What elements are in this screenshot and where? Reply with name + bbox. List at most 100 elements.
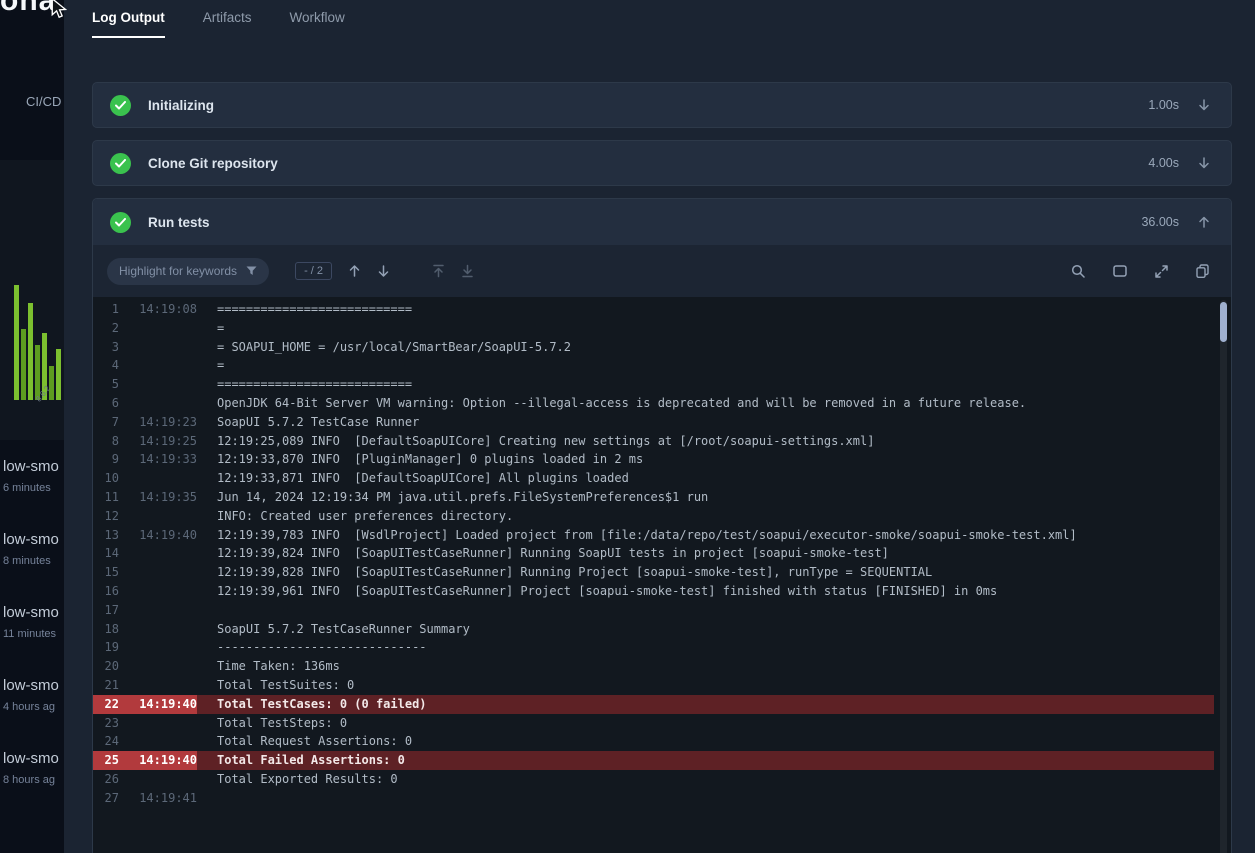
builds-mini-chart xyxy=(14,285,64,400)
log-line: 1512:19:39,828 INFO [SoapUITestCaseRunne… xyxy=(93,563,1214,582)
log-text xyxy=(197,601,1214,620)
log-line-number: 9 xyxy=(93,450,119,469)
log-text: = xyxy=(197,356,1214,375)
run-time: 8 hours ag xyxy=(3,774,64,786)
run-time: 4 hours ag xyxy=(3,701,64,713)
run-list-item[interactable]: low-smo8 hours ag xyxy=(3,750,64,786)
chevron-up-icon[interactable] xyxy=(1197,215,1211,229)
log-line: 17 xyxy=(93,601,1214,620)
pipeline-steps: Initializing 1.00s Clone Git repository … xyxy=(92,82,1232,853)
chevron-down-icon[interactable] xyxy=(1197,98,1211,112)
log-line-number: 17 xyxy=(93,601,119,620)
run-time: 8 minutes xyxy=(3,555,64,567)
run-list-item[interactable]: low-smo 11 minutes xyxy=(3,604,64,640)
run-list-item[interactable]: low-smo6 minutes xyxy=(3,458,64,494)
log-text: 12:19:39,961 INFO [SoapUITestCaseRunner]… xyxy=(197,582,1214,601)
fullscreen-button[interactable] xyxy=(1155,265,1168,278)
log-timestamp xyxy=(119,582,197,601)
chevron-down-icon[interactable] xyxy=(1197,156,1211,170)
copy-logs-button[interactable] xyxy=(1196,264,1209,278)
step-duration: 4.00s xyxy=(1148,156,1179,170)
log-timestamp xyxy=(119,770,197,789)
tab-workflow[interactable]: Workflow xyxy=(290,10,345,38)
log-timestamp xyxy=(119,507,197,526)
log-line-number: 10 xyxy=(93,469,119,488)
wrap-lines-button[interactable] xyxy=(1113,265,1127,277)
log-lines: 114:19:08===========================2=3=… xyxy=(93,300,1231,808)
step-name: Run tests xyxy=(148,215,210,230)
next-match-button[interactable] xyxy=(377,264,390,278)
log-text: =========================== xyxy=(197,375,1214,394)
log-line: 19----------------------------- xyxy=(93,638,1214,657)
log-line: 24Total Request Assertions: 0 xyxy=(93,732,1214,751)
log-text: =========================== xyxy=(197,300,1214,319)
step-duration: 1.00s xyxy=(1148,98,1179,112)
log-timestamp xyxy=(119,620,197,639)
log-line-number: 11 xyxy=(93,488,119,507)
log-timestamp xyxy=(119,338,197,357)
chart-bar xyxy=(56,349,61,400)
log-line-number: 8 xyxy=(93,432,119,451)
log-line: 1314:19:4012:19:39,783 INFO [WsdlProject… xyxy=(93,526,1214,545)
log-line-number: 4 xyxy=(93,356,119,375)
log-scrollbar-thumb[interactable] xyxy=(1220,302,1227,342)
log-timestamp xyxy=(119,544,197,563)
scroll-top-icon xyxy=(432,264,445,278)
keyword-filter-input[interactable]: Highlight for keywords xyxy=(107,258,269,285)
tab-log-output[interactable]: Log Output xyxy=(92,10,165,38)
run-time: 11 minutes xyxy=(3,628,64,640)
log-line-number: 3 xyxy=(93,338,119,357)
keyword-filter-label: Highlight for keywords xyxy=(119,264,237,278)
log-timestamp xyxy=(119,657,197,676)
step-initializing[interactable]: Initializing 1.00s xyxy=(92,82,1232,128)
run-name: low-smo xyxy=(3,531,64,548)
log-text: = xyxy=(197,319,1214,338)
log-line: 1114:19:35Jun 14, 2024 12:19:34 PM java.… xyxy=(93,488,1214,507)
log-line-number: 6 xyxy=(93,394,119,413)
log-scrollbar-track[interactable] xyxy=(1220,300,1227,853)
scroll-to-bottom-button[interactable] xyxy=(461,264,474,278)
log-text: = SOAPUI_HOME = /usr/local/SmartBear/Soa… xyxy=(197,338,1214,357)
step-clone-git-repository[interactable]: Clone Git repository 4.00s xyxy=(92,140,1232,186)
arrow-down-icon xyxy=(377,264,390,278)
log-timestamp: 14:19:25 xyxy=(119,432,197,451)
log-timestamp: 14:19:41 xyxy=(119,789,197,808)
log-text: 12:19:39,828 INFO [SoapUITestCaseRunner]… xyxy=(197,563,1214,582)
run-name: low-smo xyxy=(3,604,64,621)
match-counter: - / 2 xyxy=(295,262,332,280)
scroll-to-top-button[interactable] xyxy=(432,264,445,278)
log-text xyxy=(197,789,1214,808)
log-text: 12:19:39,824 INFO [SoapUITestCaseRunner]… xyxy=(197,544,1214,563)
log-timestamp xyxy=(119,394,197,413)
expand-icon xyxy=(1155,265,1168,278)
log-viewport[interactable]: 114:19:08===========================2=3=… xyxy=(93,297,1231,853)
log-line: 4= xyxy=(93,356,1214,375)
run-list-item[interactable]: low-smo 4 hours ag xyxy=(3,677,64,713)
log-line-number: 21 xyxy=(93,676,119,695)
search-button[interactable] xyxy=(1071,264,1085,278)
log-line: 2214:19:40Total TestCases: 0 (0 failed) xyxy=(93,695,1214,714)
log-timestamp: 14:19:35 xyxy=(119,488,197,507)
log-line-number: 23 xyxy=(93,714,119,733)
log-line-number: 12 xyxy=(93,507,119,526)
success-check-icon xyxy=(110,153,131,174)
frame-icon xyxy=(1113,265,1127,277)
previous-match-button[interactable] xyxy=(348,264,361,278)
log-timestamp xyxy=(119,469,197,488)
log-timestamp: 14:19:40 xyxy=(119,526,197,545)
log-timestamp: 14:19:33 xyxy=(119,450,197,469)
chart-bar xyxy=(21,329,26,400)
copy-icon xyxy=(1196,264,1209,278)
chart-bar xyxy=(49,366,54,401)
step-run-tests[interactable]: Run tests 36.00s xyxy=(93,199,1231,245)
log-line: 1612:19:39,961 INFO [SoapUITestCaseRunne… xyxy=(93,582,1214,601)
log-text: Total TestSuites: 0 xyxy=(197,676,1214,695)
run-name: low-smo xyxy=(3,677,64,694)
sidebar-section-cicd: CI/CD xyxy=(26,94,61,109)
run-list-item[interactable]: low-smo 8 minutes xyxy=(3,531,64,567)
step-duration: 36.00s xyxy=(1141,215,1179,229)
funnel-icon xyxy=(246,266,257,276)
log-text: 12:19:25,089 INFO [DefaultSoapUICore] Cr… xyxy=(197,432,1214,451)
log-line-number: 14 xyxy=(93,544,119,563)
tab-artifacts[interactable]: Artifacts xyxy=(203,10,252,38)
